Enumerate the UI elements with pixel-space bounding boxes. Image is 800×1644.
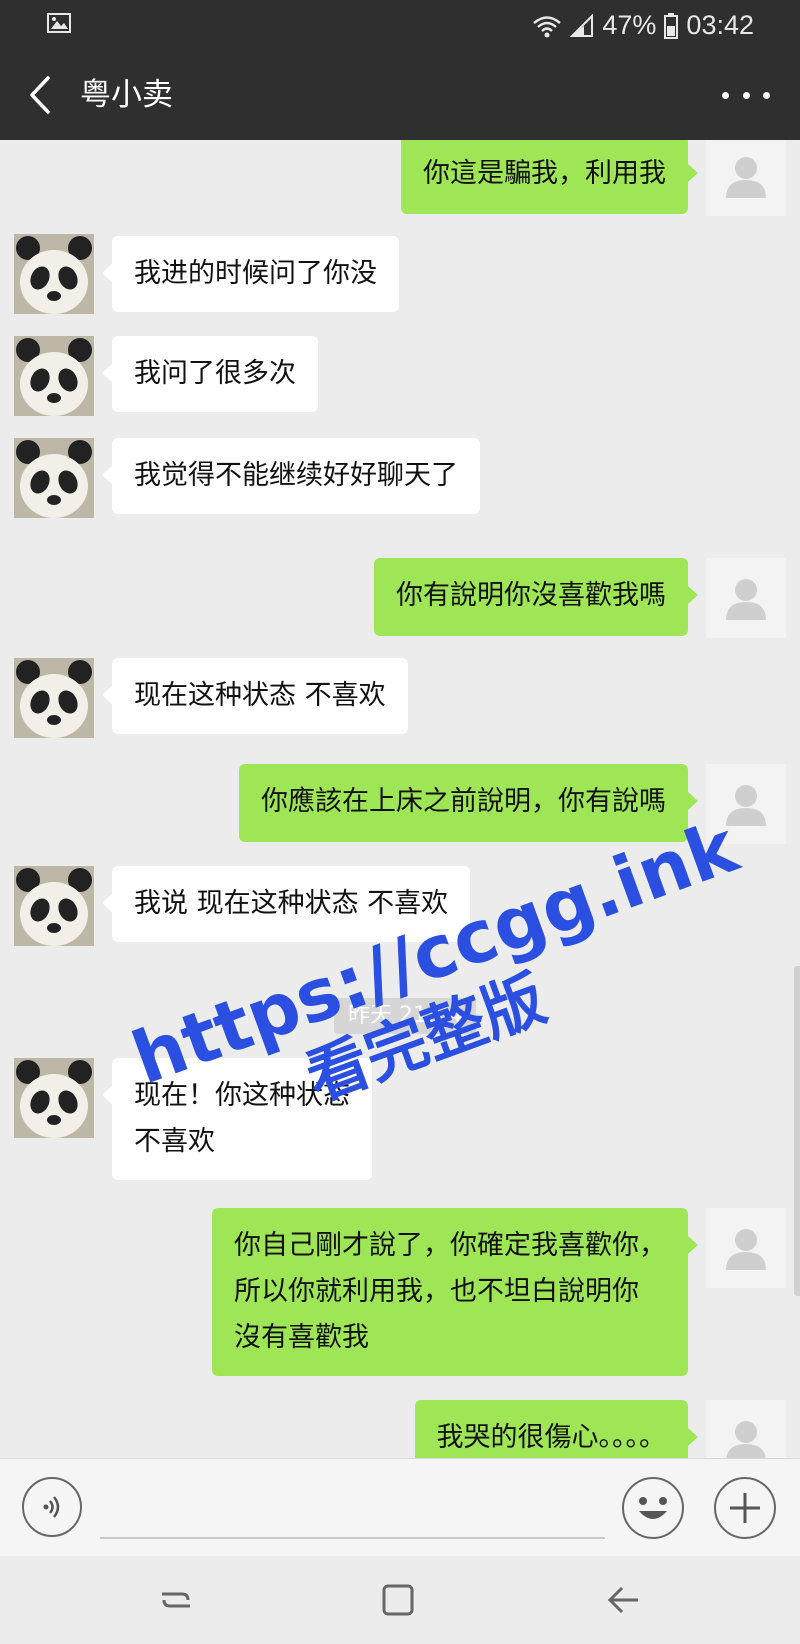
default-user-icon (726, 157, 766, 198)
message-bubble-sent[interactable]: 你應該在上床之前說明，你有說嗎 (239, 764, 698, 842)
message-input[interactable] (100, 1537, 605, 1539)
chat-title: 粤小卖 (80, 77, 173, 113)
default-user-icon (726, 579, 766, 620)
message-bubble-received[interactable]: 我进的时候问了你没 (102, 236, 399, 312)
my-avatar[interactable] (706, 558, 786, 638)
back-arrow-icon[interactable] (22, 72, 62, 118)
more-dots-icon[interactable] (722, 78, 770, 112)
wifi-icon (533, 15, 562, 37)
voice-icon[interactable] (22, 1477, 82, 1537)
contact-avatar[interactable] (14, 336, 94, 416)
panda-avatar-icon (14, 438, 94, 518)
panda-avatar-icon (14, 866, 94, 946)
message-list[interactable]: 你這是騙我，利用我 我进的时候问了你没 我问了很多次 我觉得不能继续好好聊天了 … (0, 140, 800, 1458)
chat-input-bar (0, 1458, 800, 1557)
default-user-icon (726, 785, 766, 826)
home-icon[interactable] (380, 1582, 416, 1618)
chat-header: 粤小卖 (0, 50, 800, 140)
message-bubble-sent[interactable]: 你自己剛才說了，你確定我喜歡你， 所以你就利用我，也不坦白說明你 沒有喜歡我 (212, 1208, 698, 1376)
message-bubble-received[interactable]: 我说 现在这种状态 不喜欢 (101, 866, 471, 942)
dot (763, 91, 770, 99)
contact-avatar[interactable] (14, 234, 94, 314)
my-avatar[interactable] (706, 1208, 786, 1288)
emoji-icon[interactable] (622, 1477, 684, 1539)
dot (722, 91, 729, 99)
contact-avatar[interactable] (14, 658, 94, 738)
recent-apps-icon[interactable] (158, 1582, 194, 1618)
gallery-notification-icon (47, 13, 71, 33)
message-bubble-received[interactable]: 现在！你这种状态 不喜欢 (102, 1058, 372, 1180)
message-bubble-received[interactable]: 我觉得不能继续好好聊天了 (102, 438, 480, 514)
panda-avatar-icon (14, 658, 94, 738)
scroll-indicator[interactable] (794, 966, 800, 1296)
message-bubble-sent[interactable]: 你這是騙我，利用我 (401, 140, 698, 214)
system-back-icon[interactable] (606, 1582, 642, 1618)
panda-avatar-icon (14, 234, 94, 314)
plus-icon[interactable] (714, 1477, 776, 1539)
message-bubble-sent[interactable]: 我哭的很傷心。。。。 (414, 1400, 698, 1458)
default-user-icon (726, 1421, 766, 1458)
system-navigation-bar (0, 1556, 800, 1644)
message-bubble-sent[interactable]: 你有說明你沒喜歡我嗎 (374, 558, 698, 636)
contact-avatar[interactable] (14, 1058, 94, 1138)
message-bubble-received[interactable]: 现在这种状态 不喜欢 (102, 658, 408, 734)
panda-avatar-icon (14, 336, 94, 416)
my-avatar[interactable] (706, 764, 786, 844)
message-timestamp: 昨天 21:04 (334, 998, 477, 1034)
contact-avatar[interactable] (14, 438, 94, 518)
battery-percent: 47% (602, 10, 657, 40)
signal-icon (570, 13, 594, 37)
status-bar: 47% 03:42 (0, 0, 800, 50)
contact-avatar[interactable] (14, 866, 94, 946)
message-bubble-received[interactable]: 我问了很多次 (102, 336, 318, 412)
battery-icon (664, 12, 679, 39)
panda-avatar-icon (14, 1058, 94, 1138)
default-user-icon (726, 1229, 766, 1270)
dot (742, 91, 750, 99)
clock: 03:42 (686, 10, 754, 40)
my-avatar[interactable] (706, 140, 786, 216)
my-avatar[interactable] (706, 1400, 786, 1458)
